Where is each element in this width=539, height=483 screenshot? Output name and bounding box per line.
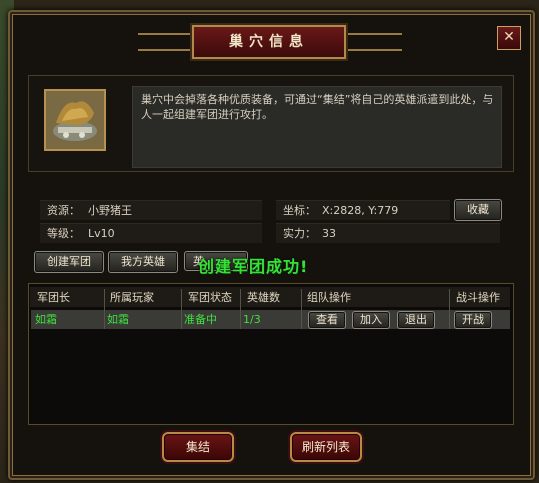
start-battle-button[interactable]: 开战 [454, 311, 492, 329]
power-field: 实力： 33 [276, 223, 500, 243]
favorite-button[interactable]: 收藏 [454, 199, 502, 221]
header-leader: 军团长 [37, 291, 70, 304]
header-battle-ops: 战斗操作 [456, 291, 500, 304]
create-legion-button[interactable]: 创建军团 [34, 251, 104, 273]
success-message: 创建军团成功! [198, 257, 309, 276]
column-divider [104, 289, 105, 329]
join-button[interactable]: 加入 [352, 311, 390, 329]
header-hero-count: 英雄数 [247, 291, 280, 304]
level-label: 等级： [47, 227, 80, 240]
title-ornament-right [346, 33, 402, 51]
my-heroes-button[interactable]: 我方英雄 [108, 251, 178, 273]
resource-field: 资源： 小野猪王 [40, 200, 262, 220]
row-status: 准备中 [184, 313, 217, 326]
title-ornament-left [138, 33, 194, 51]
coord-value: X:2828, Y:779 [322, 204, 399, 217]
level-value: Lv10 [88, 227, 115, 240]
header-team-ops: 组队操作 [307, 291, 351, 304]
lair-description: 巢穴中会掉落各种优质装备，可通过“集结”将自己的英雄派遣到此处，与人一起组建军团… [141, 93, 494, 121]
row-player: 如霜 [107, 313, 129, 326]
close-button[interactable]: ✕ [497, 26, 521, 50]
power-value: 33 [322, 227, 336, 240]
table-row[interactable] [31, 310, 510, 329]
header-status: 军团状态 [188, 291, 232, 304]
row-hero-count: 1/3 [243, 313, 261, 326]
refresh-list-button[interactable]: 刷新列表 [290, 432, 362, 462]
power-label: 实力： [283, 227, 316, 240]
column-divider [181, 289, 182, 329]
resource-value: 小野猪王 [88, 204, 132, 217]
coord-field: 坐标： X:2828, Y:779 [276, 200, 450, 220]
resource-label: 资源： [47, 204, 80, 217]
header-player: 所属玩家 [110, 291, 154, 304]
coord-label: 坐标： [283, 204, 316, 217]
window-title: 巢穴信息 [229, 34, 309, 50]
column-divider [449, 289, 450, 329]
view-button[interactable]: 查看 [308, 311, 346, 329]
column-divider [301, 289, 302, 329]
leave-button[interactable]: 退出 [397, 311, 435, 329]
row-leader: 如霜 [35, 313, 57, 326]
level-field: 等级： Lv10 [40, 223, 262, 243]
lair-portrait-icon [44, 89, 106, 151]
close-icon: ✕ [503, 29, 515, 45]
column-divider [240, 289, 241, 329]
gather-button[interactable]: 集结 [162, 432, 234, 462]
